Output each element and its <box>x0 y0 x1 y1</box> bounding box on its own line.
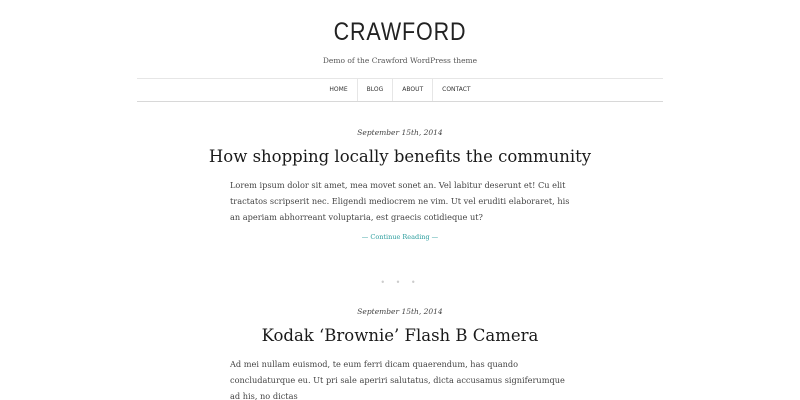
nav-item-blog[interactable]: BLOG <box>356 79 393 101</box>
post-date: September 15th, 2014 <box>357 307 443 316</box>
nav-item-about[interactable]: ABOUT <box>392 79 432 101</box>
post-title[interactable]: Kodak ‘Brownie’ Flash B Camera <box>0 326 800 345</box>
nav-item-contact[interactable]: CONTACT <box>432 79 479 101</box>
post-excerpt: Lorem ipsum dolor sit amet, mea movet so… <box>230 180 570 222</box>
post-separator: • • • <box>380 278 420 287</box>
nav-item-home[interactable]: HOME <box>320 79 356 101</box>
post-excerpt: Ad mei nullam euismod, te eum ferri dica… <box>230 359 565 400</box>
main-nav: HOME BLOG ABOUT CONTACT <box>137 78 663 102</box>
post-title[interactable]: How shopping locally benefits the commun… <box>0 147 800 166</box>
post: September 15th, 2014 How shopping locall… <box>0 128 800 241</box>
post: September 15th, 2014 Kodak ‘Brownie’ Fla… <box>0 307 800 400</box>
continue-reading-link[interactable]: — Continue Reading — <box>0 233 800 241</box>
site-title[interactable]: CRAWFORD <box>56 18 744 47</box>
site-description: Demo of the Crawford WordPress theme <box>322 56 478 65</box>
post-date: September 15th, 2014 <box>357 128 443 137</box>
